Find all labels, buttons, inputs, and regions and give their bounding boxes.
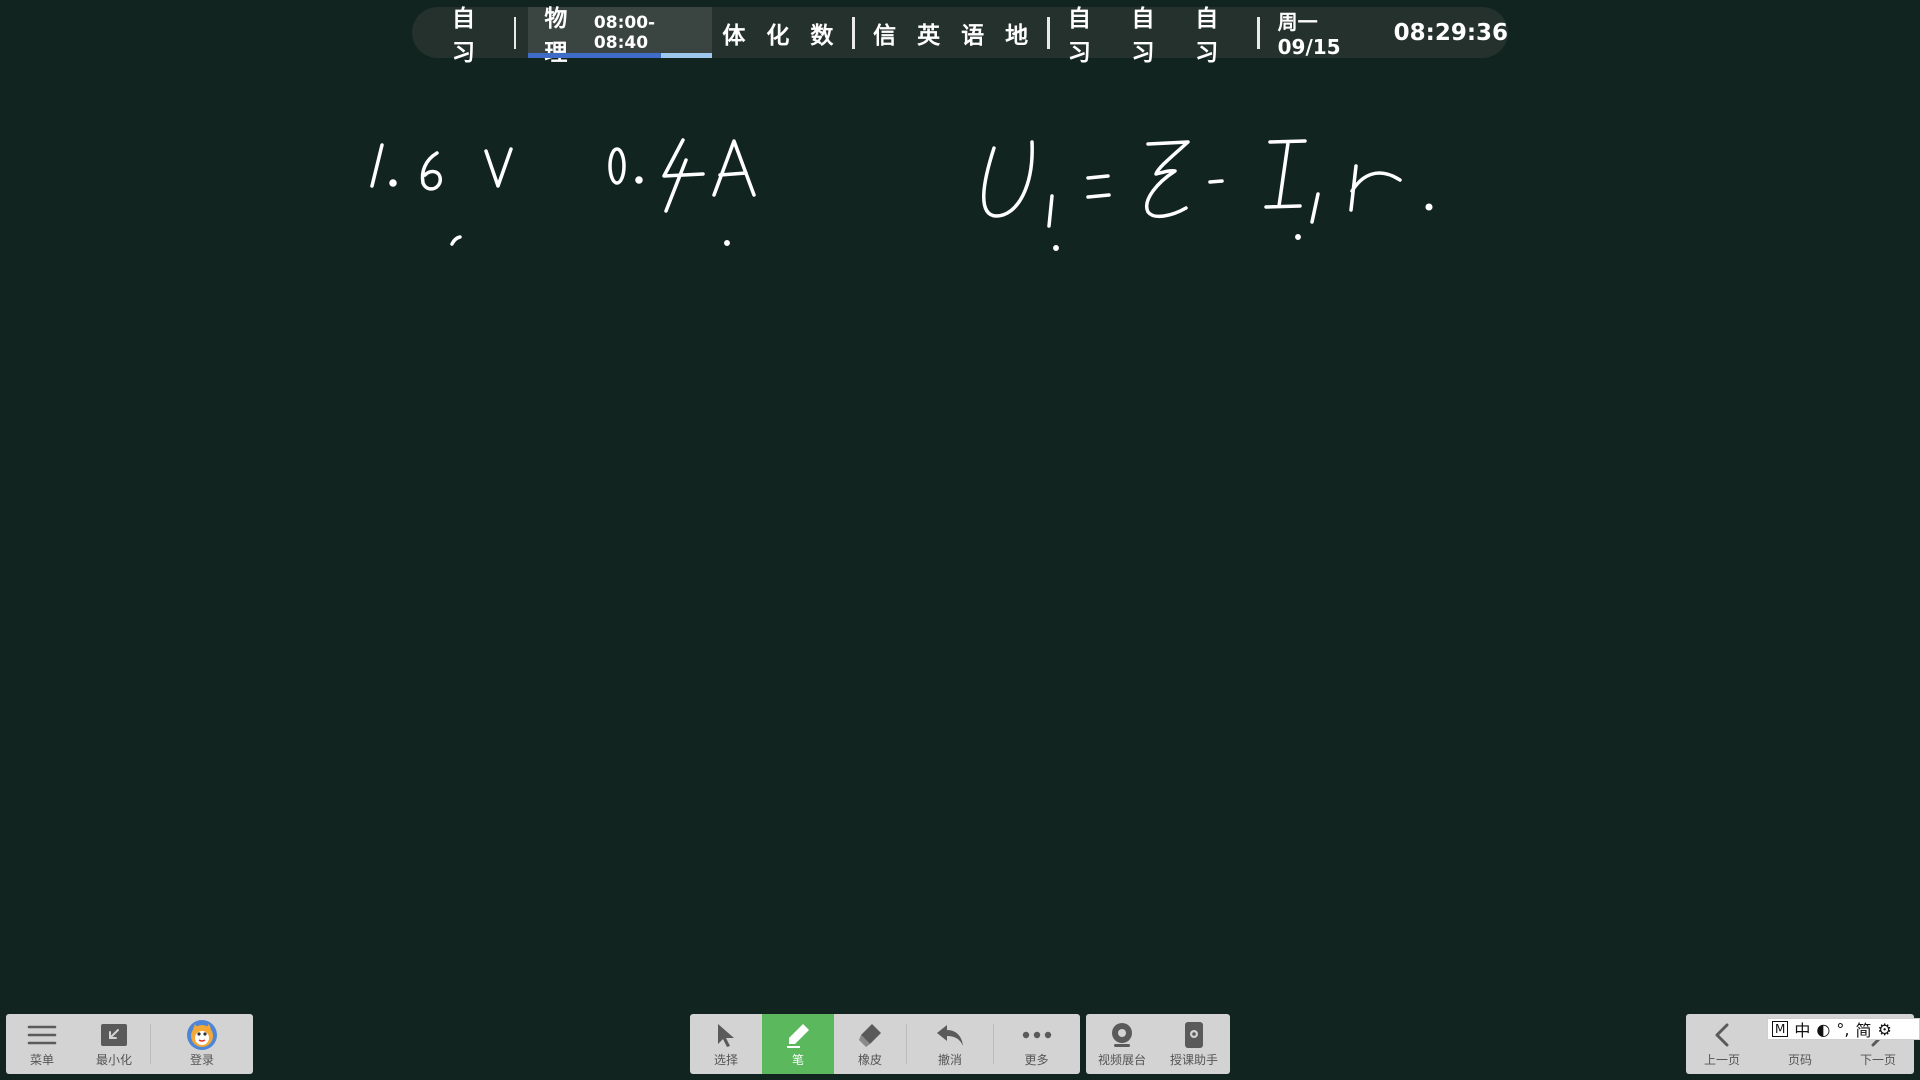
ime-halfwidth-icon[interactable]: ◐ bbox=[1816, 1020, 1830, 1039]
menu-button[interactable]: 菜单 bbox=[6, 1014, 78, 1074]
handwriting-voltage bbox=[370, 143, 513, 246]
ime-status-bar[interactable]: M 中 ◐ °, 简 ⚙ bbox=[1767, 1018, 1920, 1040]
minimize-label: 最小化 bbox=[95, 1053, 132, 1067]
page-number-label: 页码 bbox=[1787, 1053, 1812, 1067]
ime-mode-box[interactable]: M bbox=[1772, 1021, 1789, 1037]
whiteboard-canvas[interactable] bbox=[0, 0, 1920, 1000]
prev-page-button[interactable]: 上一页 bbox=[1686, 1014, 1758, 1074]
pen-label: 笔 bbox=[791, 1053, 804, 1067]
undo-icon bbox=[935, 1020, 965, 1050]
more-icon bbox=[1021, 1020, 1053, 1050]
handwriting-current bbox=[608, 138, 756, 246]
eraser-label: 橡皮 bbox=[857, 1053, 882, 1067]
eraser-button[interactable]: 橡皮 bbox=[834, 1014, 906, 1074]
ime-punctuation-toggle[interactable]: °, bbox=[1836, 1020, 1849, 1039]
webcam-icon bbox=[1109, 1020, 1135, 1050]
handwriting-equation bbox=[982, 139, 1433, 251]
hamburger-icon bbox=[27, 1020, 57, 1050]
avatar bbox=[186, 1020, 218, 1050]
login-label: 登录 bbox=[189, 1053, 214, 1067]
drawing-toolbar: 选择 笔 橡皮 撤消 更多 bbox=[690, 1014, 1080, 1074]
undo-label: 撤消 bbox=[937, 1053, 962, 1067]
left-toolbar: 菜单 最小化 登录 bbox=[6, 1014, 253, 1074]
teaching-toolbar: 视频展台 授课助手 bbox=[1086, 1014, 1230, 1074]
pen-icon bbox=[784, 1020, 812, 1050]
more-label: 更多 bbox=[1024, 1053, 1049, 1067]
phone-icon bbox=[1183, 1020, 1205, 1050]
menu-label: 菜单 bbox=[29, 1053, 54, 1067]
minimize-button[interactable]: 最小化 bbox=[78, 1014, 150, 1074]
teaching-assistant-button[interactable]: 授课助手 bbox=[1158, 1014, 1230, 1074]
chevron-left-icon bbox=[1712, 1020, 1732, 1050]
select-button[interactable]: 选择 bbox=[690, 1014, 762, 1074]
ime-settings-icon[interactable]: ⚙ bbox=[1877, 1020, 1891, 1039]
cursor-icon bbox=[714, 1020, 738, 1050]
ime-language-toggle[interactable]: 中 bbox=[1794, 1017, 1810, 1041]
ime-script-toggle[interactable]: 简 bbox=[1855, 1017, 1871, 1041]
eraser-icon bbox=[856, 1020, 884, 1050]
video-booth-label: 视频展台 bbox=[1097, 1053, 1146, 1067]
more-button[interactable]: 更多 bbox=[994, 1014, 1079, 1074]
undo-button[interactable]: 撤消 bbox=[907, 1014, 993, 1074]
teaching-assistant-label: 授课助手 bbox=[1169, 1053, 1218, 1067]
minimize-icon bbox=[100, 1020, 128, 1050]
login-button[interactable]: 登录 bbox=[151, 1014, 253, 1074]
next-page-label: 下一页 bbox=[1859, 1053, 1896, 1067]
select-label: 选择 bbox=[713, 1053, 738, 1067]
pen-button[interactable]: 笔 bbox=[762, 1014, 834, 1074]
prev-page-label: 上一页 bbox=[1703, 1053, 1740, 1067]
video-booth-button[interactable]: 视频展台 bbox=[1086, 1014, 1158, 1074]
